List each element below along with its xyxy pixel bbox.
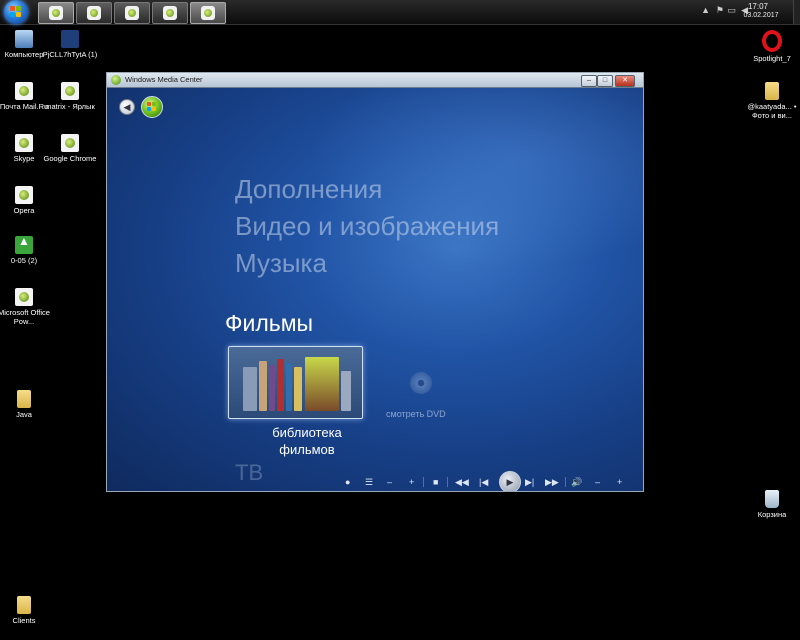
desktop-icon-label: Корзина — [757, 510, 787, 519]
menu-item-extras[interactable]: Дополнения — [235, 174, 382, 205]
clock-time[interactable]: 17:07 — [738, 2, 778, 11]
skip-forward-icon[interactable]: ▶| — [525, 476, 534, 488]
record-icon[interactable]: ● — [345, 476, 350, 488]
app-icon — [125, 6, 139, 20]
movie-library-tile[interactable] — [228, 346, 363, 419]
menu-item-music[interactable]: Музыка — [235, 248, 327, 279]
movie-library-label: библиотека фильмов — [272, 425, 342, 457]
opera-icon — [762, 30, 782, 52]
fast-forward-icon[interactable]: ▶▶ — [545, 476, 559, 488]
desktop-icon-label: Google Chrome — [43, 154, 97, 163]
stop-icon[interactable]: ■ — [433, 476, 438, 488]
media-center-window: Windows Media Center – □ ✕ ◀ Дополнения … — [106, 72, 644, 492]
shortcut-icon — [15, 186, 33, 204]
guide-list-icon[interactable]: ☰ — [365, 476, 373, 488]
desktop-icon-clients[interactable]: Clients — [0, 596, 54, 625]
taskbar: ▲ ⚑ ▭ ◀ 17:07 03.02.2017 — [0, 0, 800, 25]
play-button[interactable]: ▶ — [499, 471, 521, 491]
show-desktop-button[interactable] — [793, 0, 800, 24]
shortcut-icon — [61, 82, 79, 100]
desktop-icon-label: Microsoft Office Pow... — [0, 308, 50, 326]
shortcut-icon — [15, 288, 33, 306]
window-title: Windows Media Center — [125, 75, 203, 84]
folder-icon — [765, 82, 779, 100]
desktop-icon-kaatyada[interactable]: @kaatyada... • Фото и ви... — [742, 82, 800, 120]
taskbar-button-1[interactable] — [38, 2, 74, 24]
channel-down-icon[interactable]: – — [387, 476, 392, 488]
mute-icon[interactable]: 🔊 — [571, 476, 582, 488]
desktop-icon-label: matrix - Ярлык — [45, 102, 95, 111]
separator — [565, 477, 566, 487]
folder-icon — [17, 390, 31, 408]
play-icon: ▶ — [506, 477, 514, 487]
desktop-icon-office[interactable]: Microsoft Office Pow... — [0, 288, 54, 326]
desktop-icon-label: 0-05 (2) — [10, 256, 38, 265]
rewind-icon[interactable]: ◀◀ — [455, 476, 469, 488]
start-button[interactable] — [4, 0, 28, 24]
maximize-button[interactable]: □ — [597, 75, 613, 87]
recycle-bin-icon — [765, 490, 779, 508]
media-center-logo-icon — [111, 75, 121, 85]
watch-dvd-label[interactable]: смотреть DVD — [386, 409, 446, 419]
desktop-icon-label: Opera — [13, 206, 35, 215]
desktop-icon-label: Skype — [13, 154, 35, 163]
taskbar-button-4[interactable] — [152, 2, 188, 24]
volume-up-icon[interactable]: + — [617, 476, 622, 488]
app-icon — [163, 6, 177, 20]
dvd-disc-icon[interactable] — [410, 372, 432, 394]
shortcut-icon — [15, 134, 33, 152]
separator — [423, 477, 424, 487]
clock-date[interactable]: 03.02.2017 — [736, 12, 786, 19]
start-orb-button[interactable] — [141, 96, 163, 118]
image-file-icon — [15, 236, 33, 254]
minimize-button[interactable]: – — [581, 75, 597, 87]
folder-icon — [17, 596, 31, 614]
back-button[interactable]: ◀ — [119, 99, 135, 115]
desktop-icon-005[interactable]: 0-05 (2) — [0, 236, 54, 265]
desktop-icon-opera[interactable]: Opera — [0, 186, 54, 215]
windows-logo-icon — [10, 6, 22, 18]
taskbar-button-3[interactable] — [114, 2, 150, 24]
menu-item-video-pictures[interactable]: Видео и изображения — [235, 211, 499, 242]
app-icon — [201, 6, 215, 20]
shortcut-icon — [15, 82, 33, 100]
desktop-icon-label: Spotlight_7 — [753, 54, 791, 63]
desktop-icon-label: Clients — [12, 616, 36, 625]
menu-item-movies[interactable]: Фильмы — [225, 310, 313, 337]
file-icon — [61, 30, 79, 48]
desktop-icon-chrome[interactable]: Google Chrome — [40, 134, 100, 163]
media-center-content: ◀ Дополнения Видео и изображения Музыка … — [107, 88, 643, 491]
app-icon — [87, 6, 101, 20]
desktop-icon-label: @kaatyada... • Фото и ви... — [747, 102, 797, 120]
desktop-icon-label: PjCLL7hTytA (1) — [42, 50, 98, 59]
back-arrow-icon: ◀ — [123, 102, 131, 112]
desktop-icon-java[interactable]: Java — [0, 390, 54, 419]
skip-back-icon[interactable]: |◀ — [479, 476, 488, 488]
volume-down-icon[interactable]: – — [595, 476, 600, 488]
app-icon — [49, 6, 63, 20]
windows-logo-icon — [147, 102, 157, 112]
computer-icon — [15, 30, 33, 48]
desktop-icon-label: Компьютер — [4, 50, 44, 59]
desktop-icon-matrix[interactable]: matrix - Ярлык — [40, 82, 100, 111]
channel-up-icon[interactable]: + — [409, 476, 414, 488]
tray-flag-icon[interactable]: ⚑ — [716, 5, 724, 16]
taskbar-button-5[interactable] — [190, 2, 226, 24]
desktop-icon-label: Java — [16, 410, 32, 419]
movie-library-thumbnail — [237, 353, 355, 411]
shortcut-icon — [61, 134, 79, 152]
transport-controls: ● ☰ – + ■ ◀◀ |◀ ▶ ▶| ▶▶ 🔊 – + — [337, 471, 637, 491]
desktop-icon-recycle-bin[interactable]: Корзина — [742, 490, 800, 519]
desktop-icon-spotlight[interactable]: Spotlight_7 — [742, 30, 800, 63]
separator — [447, 477, 448, 487]
tray-network-icon[interactable]: ▭ — [727, 5, 736, 16]
window-titlebar[interactable]: Windows Media Center – □ ✕ — [107, 73, 643, 88]
menu-item-tv[interactable]: ТВ — [235, 460, 263, 486]
tray-expand-icon[interactable]: ▲ — [701, 5, 710, 15]
close-button[interactable]: ✕ — [615, 75, 635, 87]
desktop-icon-pjcll[interactable]: PjCLL7hTytA (1) — [40, 30, 100, 59]
taskbar-button-2[interactable] — [76, 2, 112, 24]
